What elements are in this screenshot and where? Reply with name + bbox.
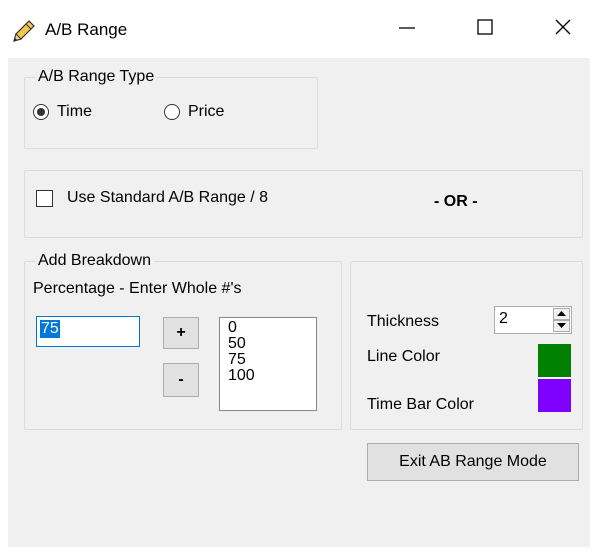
list-item[interactable]: 0 [220,320,316,336]
close-button[interactable] [532,0,594,58]
thickness-value: 2 [499,310,508,327]
ab-range-window: A/B Range A/B Range Type Time Price Use … [0,0,598,555]
price-radio-circle [164,104,180,120]
breakdown-list[interactable]: 0 50 75 100 [219,317,317,411]
price-radio-label: Price [188,103,225,120]
list-item[interactable]: 100 [220,368,316,384]
percentage-hint: Percentage - Enter Whole #'s [33,280,242,297]
remove-percentage-button[interactable]: - [163,363,199,397]
add-breakdown-legend: Add Breakdown [35,252,154,270]
exit-ab-range-button[interactable]: Exit AB Range Mode [367,443,579,481]
list-item[interactable]: 75 [220,352,316,368]
time-radio-label: Time [57,103,92,120]
list-item[interactable]: 50 [220,336,316,352]
spin-down-icon[interactable] [553,320,570,332]
percentage-input[interactable]: 75 [36,316,140,347]
range-type-group: A/B Range Type Time Price [24,68,318,149]
time-radio[interactable]: Time [33,103,92,121]
line-color-label: Line Color [367,348,440,365]
standard-range-group: Use Standard A/B Range / 8 - OR - [24,170,583,238]
spin-up-icon[interactable] [553,308,570,320]
range-type-legend: A/B Range Type [35,68,158,86]
pencil-icon [11,18,37,44]
time-bar-color-label: Time Bar Color [367,396,474,413]
minimize-button[interactable] [376,0,438,58]
or-label: - OR - [434,193,478,210]
maximize-button[interactable] [454,0,516,58]
line-color-swatch[interactable] [538,344,571,377]
add-percentage-button[interactable]: + [163,317,199,349]
title-bar[interactable]: A/B Range [0,0,598,58]
minimize-icon [397,17,417,42]
thickness-spinner[interactable]: 2 [494,306,572,334]
price-radio[interactable]: Price [164,103,224,121]
time-radio-circle [33,104,49,120]
use-standard-checkbox[interactable] [36,190,53,207]
close-icon [553,17,573,42]
maximize-icon [475,17,495,42]
style-group: Thickness 2 Line Color Time Bar Color [350,261,583,430]
percentage-input-value: 75 [40,320,60,338]
use-standard-label[interactable]: Use Standard A/B Range / 8 [67,188,268,208]
thickness-spinner-arrows[interactable] [553,308,570,332]
thickness-label: Thickness [367,313,440,330]
add-breakdown-group: Add Breakdown Percentage - Enter Whole #… [24,252,342,430]
time-bar-color-swatch[interactable] [538,379,571,412]
client-area: A/B Range Type Time Price Use Standard A… [8,58,590,547]
window-title: A/B Range [45,20,128,39]
